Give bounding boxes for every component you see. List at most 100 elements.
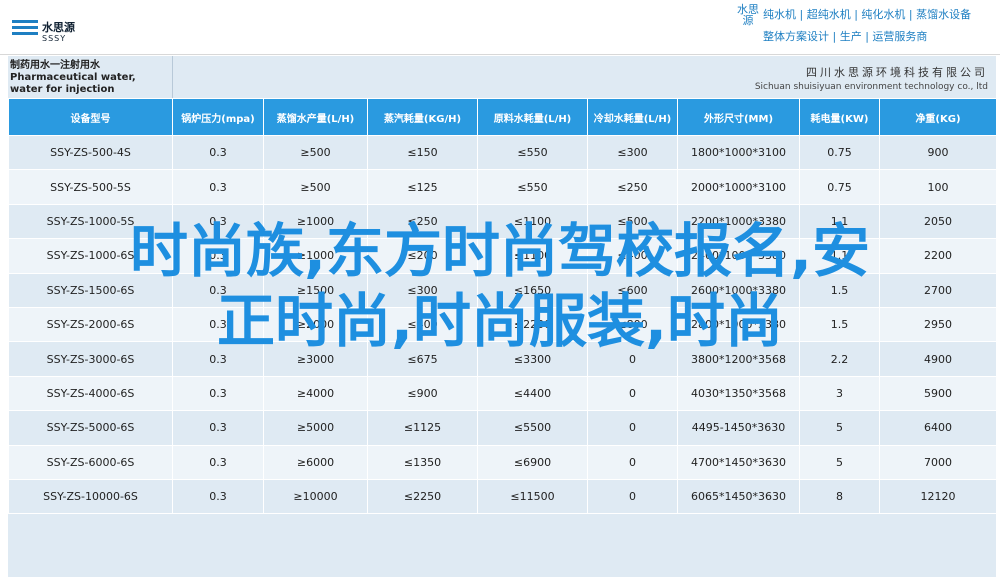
table-cell: 3800*1200*3568 xyxy=(677,341,800,377)
table-cell: ≥1500 xyxy=(263,272,368,308)
table-cell: SSY-ZS-1000-6S xyxy=(8,238,173,274)
table-cell: ≤1650 xyxy=(477,272,588,308)
document-title: 制药用水一注射用水 Pharmaceutical water, water fo… xyxy=(10,60,136,95)
company-name-cn: 四川水思源环境科技有限公司 xyxy=(806,66,988,79)
brand-banner: 水思源 纯水机 | 超纯水机 | 纯化水机 | 蒸馏水设备 整体方案设计 | 生… xyxy=(737,4,977,48)
table-cell: SSY-ZS-3000-6S xyxy=(8,341,173,377)
table-cell: 4030*1350*3568 xyxy=(677,375,800,412)
table-row: SSY-ZS-5000-6S 0.3 ≥5000 ≤1125 ≤5500 0 4495-14… xyxy=(8,410,997,446)
spec-table: 设备型号 锅炉压力(mpa) 蒸馏水产量(L/H) 蒸汽耗量(KG/H) 原料水… xyxy=(8,98,997,515)
table-cell: 0.3 xyxy=(172,478,264,515)
table-cell: 5 xyxy=(799,444,880,480)
table-cell: SSY-ZS-500-4S xyxy=(8,134,173,171)
spec-sheet: 制药用水一注射用水 Pharmaceutical water, water fo… xyxy=(8,56,997,577)
table-cell: ≥1000 xyxy=(263,203,368,240)
table-header-row: 设备型号 锅炉压力(mpa) 蒸馏水产量(L/H) 蒸汽耗量(KG/H) 原料水… xyxy=(8,98,997,136)
table-cell: 0 xyxy=(587,410,678,446)
col-header-pressure: 锅炉压力(mpa) xyxy=(172,98,264,136)
table-cell: SSY-ZS-1500-6S xyxy=(8,272,173,308)
table-cell: 0.75 xyxy=(799,134,880,171)
header-separator xyxy=(172,56,173,98)
table-cell: 4900 xyxy=(879,341,997,377)
table-cell: ≤600 xyxy=(587,272,678,308)
table-cell: 900 xyxy=(879,134,997,171)
table-cell: 2800*1000*3380 xyxy=(677,306,800,343)
table-cell: 0 xyxy=(587,341,678,377)
table-cell: ≤1100 xyxy=(477,203,588,240)
table-cell: ≥1000 xyxy=(263,238,368,274)
company-info: 四川水思源环境科技有限公司 Sichuan shuisiyuan environ… xyxy=(755,64,988,92)
table-cell: 4495-1450*3630 xyxy=(677,410,800,446)
table-cell: ≤250 xyxy=(367,203,478,240)
table-cell: ≥2000 xyxy=(263,306,368,343)
table-cell: 0 xyxy=(587,444,678,480)
table-cell: ≥500 xyxy=(263,134,368,171)
table-cell: ≤6900 xyxy=(477,444,588,480)
table-cell: ≥500 xyxy=(263,169,368,205)
table-row: SSY-ZS-1000-5S 0.3 ≥1000 ≤250 ≤1100 ≤500 2200*… xyxy=(8,203,997,240)
table-cell: ≤550 xyxy=(477,134,588,171)
table-cell: ≤250 xyxy=(587,169,678,205)
brand-vertical-text: 水思源 xyxy=(737,3,759,27)
table-cell: 0 xyxy=(587,478,678,515)
table-cell: 7000 xyxy=(879,444,997,480)
table-row: SSY-ZS-500-5S 0.3 ≥500 ≤125 ≤550 ≤250 2000*100… xyxy=(8,169,997,205)
table-cell: 1.1 xyxy=(799,238,880,274)
table-cell: 2200*1000*3380 xyxy=(677,203,800,240)
company-name-en: Sichuan shuisiyuan environment technolog… xyxy=(754,82,988,92)
table-cell: 2950 xyxy=(879,306,997,343)
table-cell: ≤125 xyxy=(367,169,478,205)
table-cell: ≥4000 xyxy=(263,375,368,412)
table-cell: ≤1125 xyxy=(367,410,478,446)
table-cell: ≤900 xyxy=(367,375,478,412)
table-cell: ≤1350 xyxy=(367,444,478,480)
table-row: SSY-ZS-1500-6S 0.3 ≥1500 ≤300 ≤1650 ≤600 2600*… xyxy=(8,272,997,308)
table-cell: ≥5000 xyxy=(263,410,368,446)
table-cell: 0.3 xyxy=(172,410,264,446)
table-cell: 2600*1000*3380 xyxy=(677,272,800,308)
col-header-output: 蒸馏水产量(L/H) xyxy=(263,98,368,136)
table-cell: ≥3000 xyxy=(263,341,368,377)
table-cell: SSY-ZS-500-5S xyxy=(8,169,173,205)
brand-services-line: 整体方案设计 | 生产 | 运营服务商 xyxy=(763,30,928,43)
table-cell: ≤1100 xyxy=(477,238,588,274)
brand-products-line: 纯水机 | 超纯水机 | 纯化水机 | 蒸馏水设备 xyxy=(763,8,972,21)
col-header-dimensions: 外形尺寸(MM) xyxy=(677,98,800,136)
col-header-power: 耗电量(KW) xyxy=(799,98,880,136)
table-row: SSY-ZS-3000-6S 0.3 ≥3000 ≤675 ≤3300 0 3800*120… xyxy=(8,341,997,377)
table-cell: 0.3 xyxy=(172,306,264,343)
col-header-weight: 净重(KG) xyxy=(879,98,997,136)
table-cell: ≤400 xyxy=(367,306,478,343)
logo-text-cn: 水思源 xyxy=(42,21,75,34)
table-cell: 0.3 xyxy=(172,169,264,205)
table-cell: 1800*1000*3100 xyxy=(677,134,800,171)
table-cell: ≤5500 xyxy=(477,410,588,446)
table-cell: 0.75 xyxy=(799,169,880,205)
table-cell: 2400*1000*3380 xyxy=(677,238,800,274)
table-cell: 5 xyxy=(799,410,880,446)
table-cell: 2.2 xyxy=(799,341,880,377)
table-cell: ≤200 xyxy=(367,238,478,274)
company-logo: 水思源 SSSY xyxy=(12,18,92,50)
table-cell: ≤4400 xyxy=(477,375,588,412)
spec-sheet-header: 制药用水一注射用水 Pharmaceutical water, water fo… xyxy=(8,56,996,98)
col-header-steam: 蒸汽耗量(KG/H) xyxy=(367,98,478,136)
table-cell: 2700 xyxy=(879,272,997,308)
table-cell: 0.3 xyxy=(172,272,264,308)
table-cell: ≤150 xyxy=(367,134,478,171)
table-cell: SSY-ZS-2000-6S xyxy=(8,306,173,343)
page-header: 水思源 SSSY 水思源 纯水机 | 超纯水机 | 纯化水机 | 蒸馏水设备 整… xyxy=(0,0,1000,55)
table-cell: ≤800 xyxy=(587,306,678,343)
table-cell: ≤2200 xyxy=(477,306,588,343)
table-cell: 1.5 xyxy=(799,272,880,308)
table-row: SSY-ZS-2000-6S 0.3 ≥2000 ≤400 ≤2200 ≤800 2800*… xyxy=(8,306,997,343)
table-cell: 5900 xyxy=(879,375,997,412)
col-header-cooling-water: 冷却水耗量(L/H) xyxy=(587,98,678,136)
table-cell: SSY-ZS-6000-6S xyxy=(8,444,173,480)
table-cell: SSY-ZS-1000-5S xyxy=(8,203,173,240)
table-cell: 6065*1450*3630 xyxy=(677,478,800,515)
table-cell: 0.3 xyxy=(172,238,264,274)
table-cell: ≤500 xyxy=(587,203,678,240)
table-cell: ≤300 xyxy=(367,272,478,308)
table-row: SSY-ZS-500-4S 0.3 ≥500 ≤150 ≤550 ≤300 1800*100… xyxy=(8,134,997,171)
